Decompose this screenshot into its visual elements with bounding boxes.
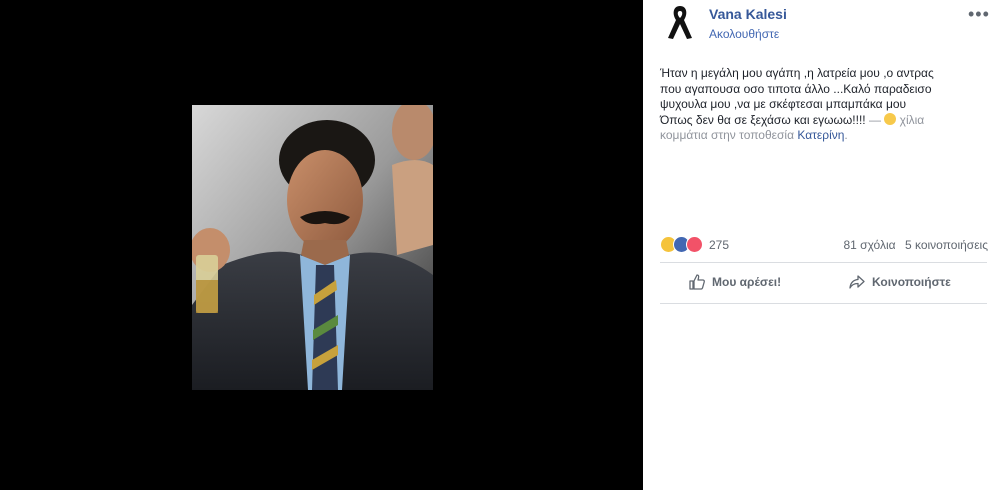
feeling-location-text: κομμάτια στην τοποθεσία bbox=[660, 128, 795, 142]
post-text-line: Όπως δεν θα σε ξεχάσω και εγωωω!!!! — χί… bbox=[660, 112, 988, 129]
more-options-icon[interactable]: ••• bbox=[968, 4, 990, 25]
like-label: Μου αρέσει! bbox=[712, 275, 782, 289]
comments-count[interactable]: 81 σχόλια bbox=[843, 238, 895, 252]
follow-link[interactable]: Ακολουθήστε bbox=[709, 27, 779, 41]
location-period: . bbox=[844, 128, 848, 142]
location-link[interactable]: Κατερίνη bbox=[797, 128, 844, 142]
divider bbox=[660, 262, 987, 263]
reactions-count[interactable]: 275 bbox=[709, 238, 729, 252]
post-photo[interactable] bbox=[192, 105, 433, 390]
author-name[interactable]: Vana Kalesi bbox=[709, 6, 787, 22]
black-ribbon-icon bbox=[668, 6, 692, 39]
post-text-line: κομμάτια στην τοποθεσία Κατερίνη. bbox=[660, 128, 988, 144]
photo-illustration bbox=[192, 105, 433, 390]
post-text-line: ψυχουλα μου ,να με σκέφτεσαι μπαμπάκα μο… bbox=[660, 97, 907, 111]
author-avatar[interactable] bbox=[660, 2, 700, 42]
post-text: Ήταν η μεγάλη μου αγάπη ,η λατρεία μου ,… bbox=[660, 66, 988, 144]
feeling-text: χίλια bbox=[899, 112, 925, 127]
reactions-summary[interactable]: 275 bbox=[660, 236, 729, 253]
love-reaction-icon bbox=[686, 236, 703, 253]
shares-count[interactable]: 5 κοινοποιήσεις bbox=[905, 238, 988, 252]
photo-viewer-stage bbox=[0, 0, 643, 490]
like-button[interactable]: Μου αρέσει! bbox=[688, 273, 781, 291]
divider bbox=[660, 303, 987, 304]
share-label: Κοινοποιήστε bbox=[872, 275, 951, 289]
thumbs-up-icon bbox=[689, 274, 705, 290]
comments-shares: 81 σχόλια 5 κοινοποιήσεις bbox=[843, 238, 988, 252]
post-text-line-end: Όπως δεν θα σε ξεχάσω και εγωωω!!!! bbox=[660, 112, 866, 127]
share-arrow-icon bbox=[849, 275, 865, 289]
post-text-line: Ήταν η μεγάλη μου αγάπη ,η λατρεία μου ,… bbox=[660, 66, 934, 80]
feeling-emoji-icon bbox=[884, 112, 897, 125]
post-text-line: που αγαπουσα οσο τιποτα άλλο ...Καλό παρ… bbox=[660, 81, 932, 96]
post-sidebar: Vana Kalesi Ακολουθήστε ••• Ήταν η μεγάλ… bbox=[643, 0, 1000, 490]
share-button[interactable]: Κοινοποιήστε bbox=[848, 273, 951, 291]
feeling-dash: — bbox=[868, 112, 881, 127]
